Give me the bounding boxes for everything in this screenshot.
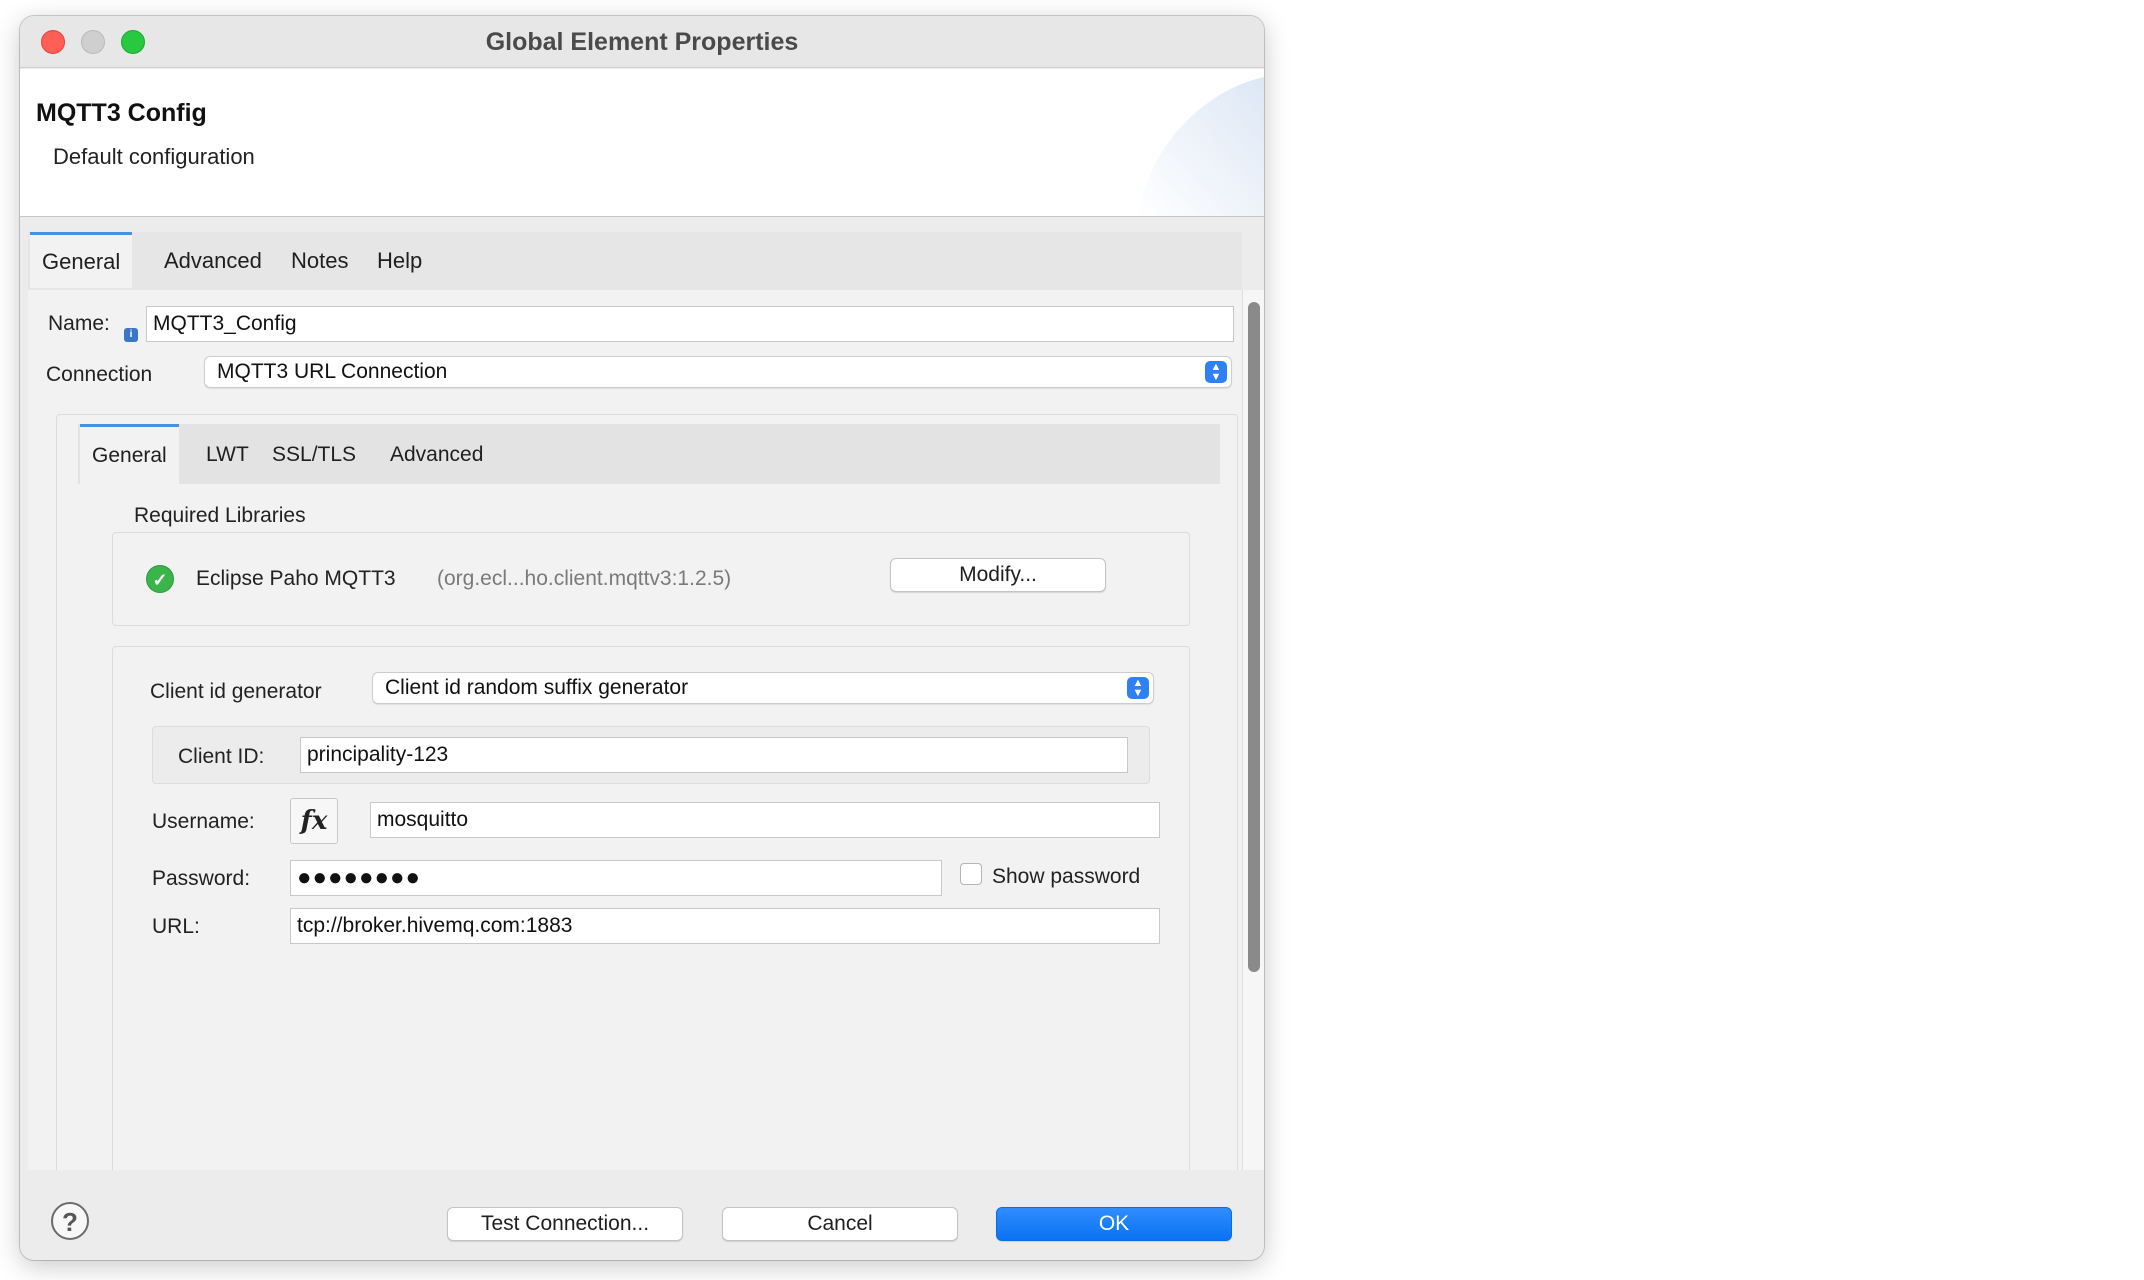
client-id-input[interactable]: principality-123	[300, 737, 1128, 773]
client-id-label: Client ID:	[178, 745, 265, 768]
name-input[interactable]: MQTT3_Config	[146, 306, 1234, 342]
ok-button[interactable]: OK	[996, 1207, 1232, 1241]
title-bar: Global Element Properties	[20, 16, 1264, 68]
show-password-label: Show password	[992, 865, 1141, 888]
connection-label: Connection	[46, 363, 153, 386]
connection-tab-lwt[interactable]: LWT	[194, 424, 261, 484]
tab-help[interactable]: Help	[365, 232, 434, 288]
cancel-button[interactable]: Cancel	[722, 1207, 958, 1241]
check-circle-icon: ✓	[146, 565, 174, 593]
header-decoration	[1138, 77, 1264, 216]
client-id-generator-select[interactable]: Client id random suffix generator ▲ ▼	[372, 672, 1154, 704]
help-icon[interactable]: ?	[51, 1202, 89, 1240]
library-coordinates: (org.ecl...ho.client.mqttv3:1.2.5)	[437, 567, 732, 590]
username-label: Username:	[152, 810, 255, 833]
connection-tab-general[interactable]: General	[80, 424, 179, 484]
select-arrows-icon: ▲ ▼	[1127, 677, 1149, 699]
dialog-window: Global Element Properties MQTT3 Config D…	[20, 16, 1264, 1260]
select-arrows-icon: ▲ ▼	[1205, 361, 1227, 383]
client-id-generator-label: Client id generator	[150, 680, 322, 703]
show-password-checkbox[interactable]	[960, 863, 982, 885]
general-tab-content: Name: i MQTT3_Config Connection MQTT3 UR…	[28, 290, 1256, 1206]
connection-tab-ssl-tls[interactable]: SSL/TLS	[260, 424, 368, 484]
client-id-generator-value: Client id random suffix generator	[385, 676, 689, 699]
config-title: MQTT3 Config	[36, 99, 207, 127]
connection-tab-advanced[interactable]: Advanced	[378, 424, 495, 484]
info-icon: i	[124, 328, 138, 342]
scrollbar-thumb[interactable]	[1248, 302, 1260, 972]
tab-notes[interactable]: Notes	[279, 232, 360, 288]
connection-select-value: MQTT3 URL Connection	[217, 360, 448, 383]
username-input[interactable]: mosquitto	[370, 802, 1160, 838]
library-name: Eclipse Paho MQTT3	[196, 567, 396, 590]
dialog-footer: ? Test Connection... Cancel OK	[20, 1170, 1264, 1260]
tab-general[interactable]: General	[30, 232, 133, 288]
fx-expression-button[interactable]: fx	[290, 798, 338, 844]
dialog-header: MQTT3 Config Default configuration	[20, 69, 1264, 217]
required-libraries-heading: Required Libraries	[134, 504, 306, 527]
password-input[interactable]: ●●●●●●●●	[290, 860, 942, 896]
test-connection-button[interactable]: Test Connection...	[447, 1207, 683, 1241]
modify-button[interactable]: Modify...	[890, 558, 1106, 592]
tab-advanced[interactable]: Advanced	[152, 232, 274, 288]
connection-select[interactable]: MQTT3 URL Connection ▲ ▼	[204, 356, 1232, 388]
url-label: URL:	[152, 915, 200, 938]
url-input[interactable]: tcp://broker.hivemq.com:1883	[290, 908, 1160, 944]
config-subtitle: Default configuration	[53, 144, 255, 169]
name-label: Name:	[48, 312, 110, 335]
window-title: Global Element Properties	[485, 28, 799, 56]
password-label: Password:	[152, 867, 251, 890]
